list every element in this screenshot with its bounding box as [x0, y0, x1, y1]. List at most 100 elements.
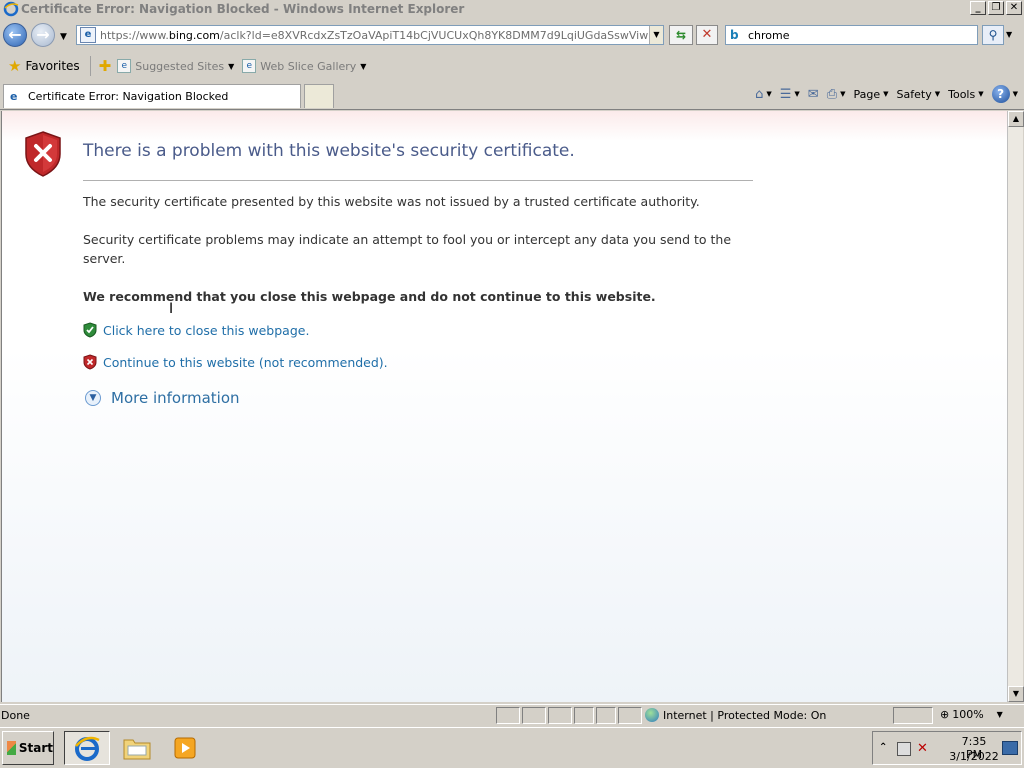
tools-menu[interactable]: Tools ▼: [948, 88, 984, 101]
taskbar-media-player[interactable]: [162, 731, 208, 765]
chevron-down-icon: ▼: [883, 90, 889, 98]
bing-icon: b: [730, 28, 739, 42]
status-bar: Done Internet | Protected Mode: On ⊕ 100…: [0, 704, 1024, 726]
security-error-shield-icon: [25, 131, 61, 177]
clock-date[interactable]: 3/1/2022: [947, 750, 1001, 763]
rss-feed-icon: ☰: [779, 86, 792, 102]
chevron-down-icon[interactable]: ▼: [840, 90, 845, 98]
recent-pages-dropdown-icon[interactable]: ▼: [60, 32, 67, 42]
restore-button[interactable]: ❐: [988, 1, 1004, 15]
feeds-button[interactable]: ☰ ▼: [780, 87, 800, 102]
taskbar-windows-explorer[interactable]: [114, 731, 160, 765]
page-menu-label: Page: [853, 87, 881, 101]
page-title: There is a problem with this website's s…: [83, 141, 575, 161]
zoom-control[interactable]: ⊕ 100% ▼: [940, 708, 1003, 721]
popup-blocker-cell[interactable]: [893, 707, 933, 724]
tab-certificate-error[interactable]: e Certificate Error: Navigation Blocked: [3, 84, 301, 108]
chevron-down-icon: ▼: [934, 90, 941, 98]
chevron-down-icon: ▼: [996, 710, 1003, 719]
system-tray: ⌃ ✕ 7:35 PM 3/1/2022: [872, 731, 1022, 765]
print-button[interactable]: ⎙ ▼: [827, 87, 846, 102]
home-icon: ⌂: [755, 86, 764, 102]
address-url[interactable]: https://www.bing.com/aclk?ld=e8XVRcdxZsT…: [100, 29, 649, 42]
tab-bar: e Certificate Error: Navigation Blocked …: [0, 80, 1024, 110]
green-shield-check-icon: [83, 322, 97, 338]
ie-icon: [3, 1, 19, 17]
favorites-bar: ★ Favorites ✚ e Suggested Sites ▼ e Web …: [0, 52, 1024, 80]
chevron-down-icon: ▼: [978, 90, 984, 98]
mail-icon: ✉: [807, 86, 819, 102]
status-cell: [522, 707, 546, 724]
search-button[interactable]: ⚲: [982, 25, 1004, 45]
search-options-dropdown-icon[interactable]: ▼: [1006, 30, 1012, 39]
web-slice-gallery-label: Web Slice Gallery: [260, 59, 357, 73]
chevron-down-icon[interactable]: ▼: [794, 90, 799, 98]
minimize-button[interactable]: _: [970, 1, 986, 15]
search-input[interactable]: [748, 28, 968, 42]
status-cell: [496, 707, 520, 724]
close-window-button[interactable]: ✕: [1006, 1, 1022, 15]
internet-explorer-icon: [75, 736, 100, 761]
show-desktop-icon[interactable]: [1002, 741, 1018, 755]
scroll-down-arrow-icon[interactable]: ▼: [1008, 686, 1024, 702]
continue-to-website-link[interactable]: Continue to this website (not recommende…: [103, 355, 388, 370]
safety-menu[interactable]: Safety ▼: [897, 88, 941, 101]
read-mail-button[interactable]: ✉: [808, 87, 819, 102]
vertical-scrollbar[interactable]: ▲ ▼: [1007, 111, 1024, 702]
navigation-bar: ← → ▼ e https://www.bing.com/aclk?ld=e8X…: [0, 18, 1024, 52]
back-arrow-icon: ←: [8, 25, 22, 44]
close-webpage-link[interactable]: Click here to close this webpage.: [103, 323, 309, 338]
chevron-down-icon: ▼: [1012, 90, 1018, 98]
add-to-favorites-bar-icon[interactable]: ✚: [99, 57, 112, 75]
refresh-button[interactable]: ⇆: [669, 25, 693, 45]
taskbar: Start ⌃ ✕ 7:35 PM 3/1/2022: [0, 727, 1024, 768]
security-zone[interactable]: Internet | Protected Mode: On: [645, 708, 826, 722]
folder-icon: [123, 739, 151, 760]
new-tab-button[interactable]: [304, 84, 334, 108]
address-dropdown-icon[interactable]: ▼: [649, 26, 663, 44]
page-menu[interactable]: Page ▼: [854, 88, 889, 101]
taskbar-internet-explorer[interactable]: [64, 731, 110, 765]
more-information-toggle[interactable]: ▼ More information: [85, 389, 240, 407]
search-box[interactable]: b: [725, 25, 978, 45]
favorites-separator: [89, 56, 91, 76]
status-cell: [548, 707, 572, 724]
media-player-icon: [174, 737, 196, 759]
tools-menu-label: Tools: [948, 87, 976, 101]
stop-icon: ✕: [701, 27, 713, 42]
windows-logo-icon: [7, 741, 16, 755]
start-label: Start: [18, 741, 53, 755]
scroll-up-arrow-icon[interactable]: ▲: [1008, 111, 1024, 127]
continue-website-row: Continue to this website (not recommende…: [83, 354, 388, 370]
back-button[interactable]: ←: [3, 23, 27, 47]
star-icon: ★: [8, 57, 22, 75]
chevron-down-icon: ▼: [228, 61, 235, 71]
zoom-magnifier-icon: ⊕: [940, 708, 950, 721]
web-slice-gallery-icon: e: [242, 59, 257, 73]
help-icon: ?: [991, 85, 1010, 103]
web-slice-gallery-button[interactable]: e Web Slice Gallery ▼: [242, 59, 366, 73]
help-button[interactable]: ? ▼: [991, 85, 1018, 103]
start-button[interactable]: Start: [2, 731, 54, 765]
forward-button[interactable]: →: [31, 23, 55, 47]
network-icon[interactable]: [897, 742, 911, 756]
window-title: Certificate Error: Navigation Blocked - …: [21, 2, 465, 16]
favorites-label: Favorites: [25, 59, 80, 73]
chevron-down-icon: ▼: [360, 61, 367, 71]
chevron-down-icon[interactable]: ▼: [766, 90, 771, 98]
printer-icon: ⎙: [826, 86, 838, 102]
status-cell: [596, 707, 616, 724]
stop-button[interactable]: ✕: [696, 25, 718, 45]
refresh-icon: ⇆: [675, 28, 687, 42]
suggested-sites-button[interactable]: e Suggested Sites ▼: [117, 59, 234, 73]
forward-arrow-icon: →: [36, 25, 50, 44]
volume-muted-icon[interactable]: ✕: [917, 741, 928, 756]
page-content: There is a problem with this website's s…: [1, 111, 1007, 702]
home-button[interactable]: ⌂ ▼: [755, 87, 772, 102]
address-bar[interactable]: e https://www.bing.com/aclk?ld=e8XVRcdxZ…: [76, 25, 664, 45]
favorites-button[interactable]: ★ Favorites: [4, 55, 84, 77]
safety-menu-label: Safety: [896, 87, 932, 101]
page-icon: e: [80, 27, 96, 43]
show-hidden-icons-icon[interactable]: ⌃: [879, 742, 887, 753]
status-cell: [618, 707, 642, 724]
